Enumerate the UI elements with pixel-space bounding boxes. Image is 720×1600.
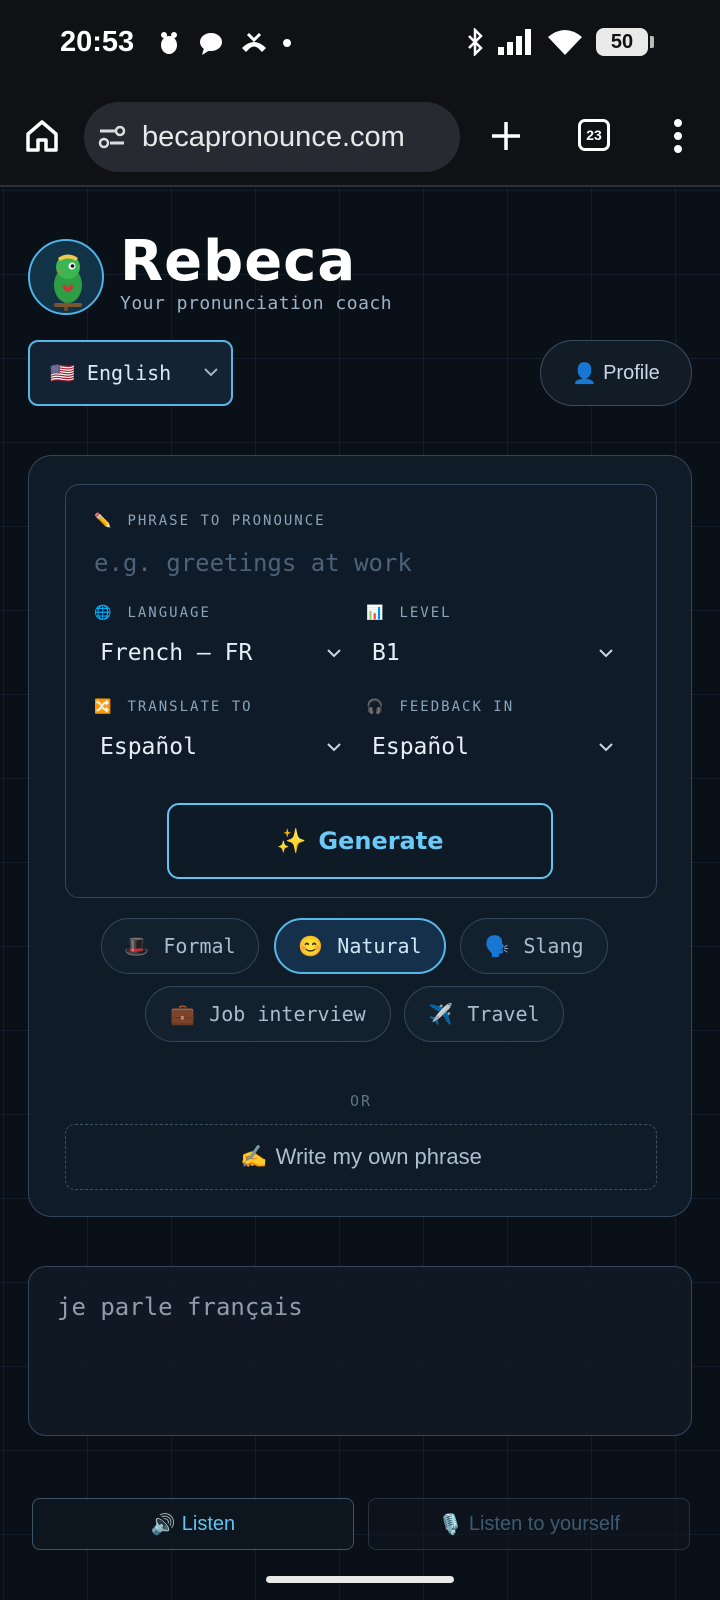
level-label: 📊 LEVEL xyxy=(366,605,452,621)
writing-hand-icon: ✍️ xyxy=(240,1144,268,1169)
headphones-icon: 🎧 xyxy=(366,699,386,715)
profile-label: Profile xyxy=(603,361,660,384)
style-chip-label: Natural xyxy=(337,934,422,958)
microphone-icon: 🎙️ xyxy=(437,1513,463,1536)
menu-icon[interactable] xyxy=(672,118,684,154)
style-chip-formal[interactable]: 🎩 Formal xyxy=(101,918,259,974)
listen-to-yourself-button[interactable]: 🎙️ Listen to yourself xyxy=(368,1498,690,1550)
or-divider: OR xyxy=(349,1092,373,1110)
language-label-text: LANGUAGE xyxy=(127,605,211,621)
generate-label: Generate xyxy=(318,827,444,855)
signal-icon xyxy=(498,29,534,55)
feedback-select[interactable]: Español xyxy=(366,725,614,769)
level-select[interactable]: B1 xyxy=(366,631,614,675)
chevron-down-icon xyxy=(598,645,614,661)
status-bar: 20:53 50 xyxy=(0,0,720,92)
us-flag-icon: 🇺🇸 xyxy=(50,361,75,385)
translate-select-value: Español xyxy=(100,734,197,760)
ui-language-select[interactable]: 🇺🇸 English xyxy=(28,340,233,406)
write-own-phrase-button[interactable]: ✍️ Write my own phrase xyxy=(65,1124,657,1190)
battery-indicator: 50 xyxy=(596,28,654,56)
phrase-label-text: PHRASE TO PRONOUNCE xyxy=(127,513,326,529)
language-select-value: French — FR xyxy=(100,640,253,666)
phrase-form: ✏️ PHRASE TO PRONOUNCE 🌐 LANGUAGE French… xyxy=(65,484,657,898)
bar-chart-icon: 📊 xyxy=(366,605,386,621)
url-text[interactable]: becapronounce.com xyxy=(142,121,405,154)
status-time: 20:53 xyxy=(60,26,135,58)
style-chip-slang[interactable]: 🗣️ Slang xyxy=(460,918,608,974)
language-select[interactable]: French — FR xyxy=(94,631,342,675)
dot-icon xyxy=(282,30,308,56)
chat-icon xyxy=(198,30,224,56)
translate-label-text: TRANSLATE TO xyxy=(127,699,253,715)
app-page: Rebeca Your pronunciation coach 🇺🇸 Engli… xyxy=(0,187,720,1600)
top-hat-icon: 🎩 xyxy=(124,934,150,958)
pencil-icon: ✏️ xyxy=(94,513,114,529)
bluetooth-icon xyxy=(466,28,484,56)
brand-name: Rebeca xyxy=(120,229,357,294)
phrase-output[interactable]: je parle français xyxy=(28,1266,692,1436)
home-icon[interactable] xyxy=(24,118,60,154)
style-chip-label: Slang xyxy=(523,934,584,958)
listen-to-yourself-label: Listen to yourself xyxy=(468,1512,621,1535)
site-settings-icon[interactable] xyxy=(98,124,126,150)
speaking-head-icon: 🗣️ xyxy=(484,934,510,958)
ui-language-value: English xyxy=(86,361,172,385)
phrase-label: ✏️ PHRASE TO PRONOUNCE xyxy=(94,513,326,529)
airplane-icon: ✈️ xyxy=(428,1002,454,1026)
style-chip-job-interview[interactable]: 💼 Job interview xyxy=(145,986,391,1042)
generator-card: ✏️ PHRASE TO PRONOUNCE 🌐 LANGUAGE French… xyxy=(28,455,692,1217)
listen-button[interactable]: 🔊 Listen xyxy=(32,1498,354,1550)
chevron-down-icon xyxy=(326,739,342,755)
parrot-logo-icon xyxy=(28,239,104,315)
language-label: 🌐 LANGUAGE xyxy=(94,605,211,621)
bug-icon xyxy=(156,30,182,56)
missed-call-icon xyxy=(240,30,266,56)
person-icon: 👤 xyxy=(572,362,598,385)
chevron-down-icon xyxy=(203,364,219,380)
translate-select[interactable]: Español xyxy=(94,725,342,769)
system-icons: 50 xyxy=(466,28,654,56)
shuffle-icon: 🔀 xyxy=(94,699,114,715)
speaker-icon: 🔊 xyxy=(150,1513,176,1536)
brand-tagline: Your pronunciation coach xyxy=(120,293,393,314)
sparkles-icon: ✨ xyxy=(276,827,307,855)
style-chip-label: Travel xyxy=(467,1002,540,1026)
globe-icon: 🌐 xyxy=(94,605,114,621)
feedback-label-text: FEEDBACK IN xyxy=(399,699,515,715)
wifi-icon xyxy=(548,29,582,55)
feedback-label: 🎧 FEEDBACK IN xyxy=(366,699,514,715)
profile-button[interactable]: 👤 Profile xyxy=(540,340,692,406)
tab-switcher-button[interactable]: 23 xyxy=(578,119,610,151)
new-tab-icon[interactable] xyxy=(490,120,522,152)
generate-button[interactable]: ✨ Generate xyxy=(167,803,553,879)
chevron-down-icon xyxy=(598,739,614,755)
phrase-output-text: je parle français xyxy=(57,1293,303,1321)
phrase-input[interactable] xyxy=(94,545,634,581)
address-bar[interactable]: becapronounce.com xyxy=(84,102,460,172)
level-label-text: LEVEL xyxy=(399,605,452,621)
style-chip-travel[interactable]: ✈️ Travel xyxy=(404,986,564,1042)
listen-label: Listen xyxy=(181,1512,236,1535)
gesture-home-bar[interactable] xyxy=(266,1576,454,1583)
feedback-select-value: Español xyxy=(372,734,469,760)
style-chip-natural[interactable]: 😊 Natural xyxy=(274,918,446,974)
write-own-phrase-label: Write my own phrase xyxy=(275,1144,482,1169)
browser-toolbar: becapronounce.com 23 xyxy=(0,92,720,187)
briefcase-icon: 💼 xyxy=(170,1002,196,1026)
level-select-value: B1 xyxy=(372,640,400,666)
style-chip-label: Formal xyxy=(163,934,236,958)
chevron-down-icon xyxy=(326,645,342,661)
style-chip-label: Job interview xyxy=(209,1002,366,1026)
translate-label: 🔀 TRANSLATE TO xyxy=(94,699,253,715)
smile-icon: 😊 xyxy=(298,934,324,958)
notification-icons xyxy=(156,30,308,56)
